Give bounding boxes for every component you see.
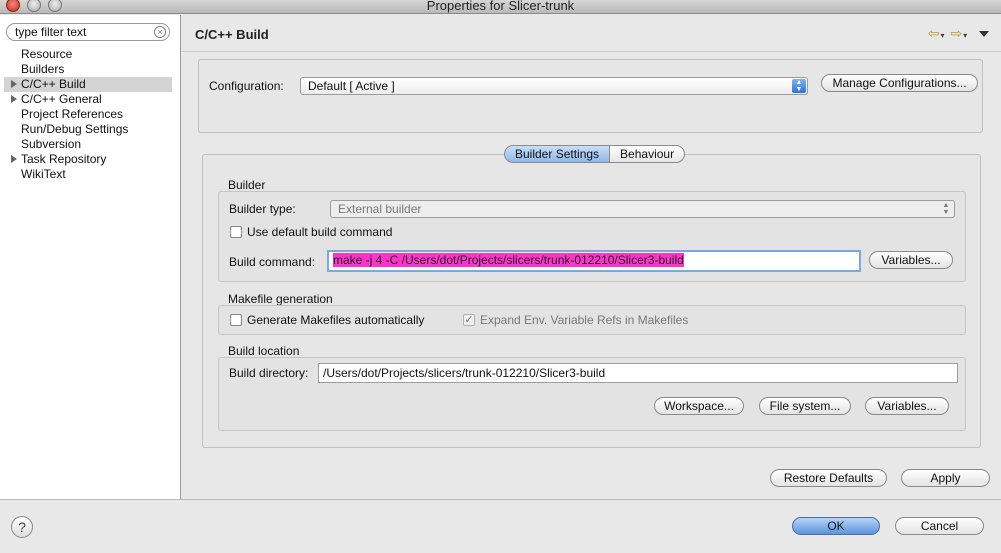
tree-item-label: C/C++ Build <box>21 77 86 91</box>
configuration-select[interactable]: Default [ Active ] ▲ ▼ <box>300 77 808 95</box>
workspace-button[interactable]: Workspace... <box>654 397 744 415</box>
tree-item-subversion[interactable]: Subversion <box>0 137 180 152</box>
builder-type-select: External builder ▲ ▼ <box>330 200 955 218</box>
filter-input[interactable]: type filter text × <box>6 23 170 41</box>
location-variables-button[interactable]: Variables... <box>865 397 949 415</box>
build-directory-label: Build directory: <box>229 366 309 380</box>
tree-item-run-debug-settings[interactable]: Run/Debug Settings <box>0 122 180 137</box>
window-titlebar: Properties for Slicer-trunk <box>0 0 1001 14</box>
page-navigation: ⇦▾ ⇨▾ <box>928 25 989 42</box>
tree-item-label: Project References <box>21 107 124 121</box>
configuration-label: Configuration: <box>209 79 284 93</box>
window-title: Properties for Slicer-trunk <box>426 0 575 13</box>
tree-item-label: Resource <box>21 47 73 61</box>
builder-group: Builder type: External builder ▲ ▼ Use de… <box>218 191 966 282</box>
expand-env-refs-label: Expand Env. Variable Refs in Makefiles <box>480 313 689 327</box>
property-page-content: C/C++ Build ⇦▾ ⇨▾ Configuration: Default… <box>182 15 1001 499</box>
configuration-panel: Configuration: Default [ Active ] ▲ ▼ Man… <box>198 59 983 133</box>
apply-button[interactable]: Apply <box>901 469 990 487</box>
tree-item-label: Builders <box>21 62 65 76</box>
build-location-group: Build directory: /Users/dot/Projects/sli… <box>218 357 966 431</box>
build-location-group-label: Build location <box>228 344 300 358</box>
generate-makefiles-checkbox[interactable] <box>230 314 242 326</box>
builder-variables-button[interactable]: Variables... <box>869 251 953 269</box>
build-command-value: make -j 4 -C /Users/dot/Projects/slicers… <box>333 253 684 267</box>
minimize-window-button[interactable] <box>27 0 41 12</box>
generate-makefiles-label: Generate Makefiles automatically <box>247 313 425 327</box>
makefile-group-label: Makefile generation <box>228 292 333 306</box>
tree-item-label: Run/Debug Settings <box>21 122 129 136</box>
forward-history-icon[interactable]: ▾ <box>963 31 968 40</box>
expand-arrow-icon[interactable] <box>11 95 17 103</box>
tree-item-project-references[interactable]: Project References <box>0 107 180 122</box>
tree-item-wikitext[interactable]: WikiText <box>0 167 180 182</box>
cancel-button[interactable]: Cancel <box>895 517 984 535</box>
build-command-label: Build command: <box>229 255 316 269</box>
file-system-button[interactable]: File system... <box>759 397 851 415</box>
expand-arrow-icon[interactable] <box>11 80 17 88</box>
builder-type-label: Builder type: <box>229 202 296 216</box>
tree-item-label: C/C++ General <box>21 92 102 106</box>
ok-button[interactable]: OK <box>792 517 880 535</box>
filter-placeholder: type filter text <box>15 25 87 39</box>
forward-arrow-icon[interactable]: ⇨ <box>950 25 963 41</box>
expand-env-refs-checkbox: ✓ <box>463 314 475 326</box>
page-title: C/C++ Build <box>195 27 269 42</box>
property-page-tree: Resource Builders C/C++ Build C/C++ Gene… <box>0 47 180 182</box>
view-menu-icon[interactable] <box>979 31 989 38</box>
restore-defaults-button[interactable]: Restore Defaults <box>770 469 887 487</box>
clear-filter-icon[interactable]: × <box>154 26 166 38</box>
select-arrows-icon: ▲ ▼ <box>942 202 950 216</box>
tree-item-resource[interactable]: Resource <box>0 47 180 62</box>
builder-type-value: External builder <box>338 202 422 216</box>
tree-item-label: Task Repository <box>21 152 107 166</box>
select-arrows-icon: ▲ ▼ <box>792 79 806 93</box>
builder-settings-panel: Builder Builder type: External builder ▲… <box>202 154 981 448</box>
build-command-input[interactable]: make -j 4 -C /Users/dot/Projects/slicers… <box>327 250 861 272</box>
zoom-window-button[interactable] <box>48 0 62 12</box>
use-default-build-command-checkbox[interactable] <box>230 226 242 238</box>
use-default-build-command-label: Use default build command <box>247 225 393 239</box>
back-arrow-icon[interactable]: ⇦ <box>928 25 941 41</box>
build-directory-input[interactable]: /Users/dot/Projects/slicers/trunk-012210… <box>318 363 958 383</box>
back-history-icon[interactable]: ▾ <box>940 31 945 40</box>
tree-item-cpp-build[interactable]: C/C++ Build <box>4 77 172 92</box>
settings-tabs: Builder Settings Behaviour <box>504 145 686 163</box>
close-window-button[interactable] <box>6 0 20 12</box>
build-directory-value: /Users/dot/Projects/slicers/trunk-012210… <box>323 366 606 380</box>
expand-arrow-icon[interactable] <box>11 155 17 163</box>
help-icon[interactable]: ? <box>11 516 33 538</box>
tree-item-builders[interactable]: Builders <box>0 62 180 77</box>
configuration-value: Default [ Active ] <box>308 79 395 93</box>
tree-item-label: Subversion <box>21 137 82 151</box>
tree-item-task-repository[interactable]: Task Repository <box>0 152 180 167</box>
properties-navigation-pane: type filter text × Resource Builders C/C… <box>0 15 181 499</box>
title-separator <box>182 51 1001 52</box>
tree-item-cpp-general[interactable]: C/C++ General <box>0 92 180 107</box>
makefile-group: Generate Makefiles automatically ✓ Expan… <box>218 305 966 335</box>
tab-builder-settings[interactable]: Builder Settings <box>504 145 611 163</box>
builder-group-label: Builder <box>228 178 266 192</box>
manage-configurations-button[interactable]: Manage Configurations... <box>821 74 978 92</box>
dialog-button-bar: ? OK Cancel <box>0 499 1001 553</box>
tree-item-label: WikiText <box>21 167 66 181</box>
tab-behaviour[interactable]: Behaviour <box>610 145 686 163</box>
